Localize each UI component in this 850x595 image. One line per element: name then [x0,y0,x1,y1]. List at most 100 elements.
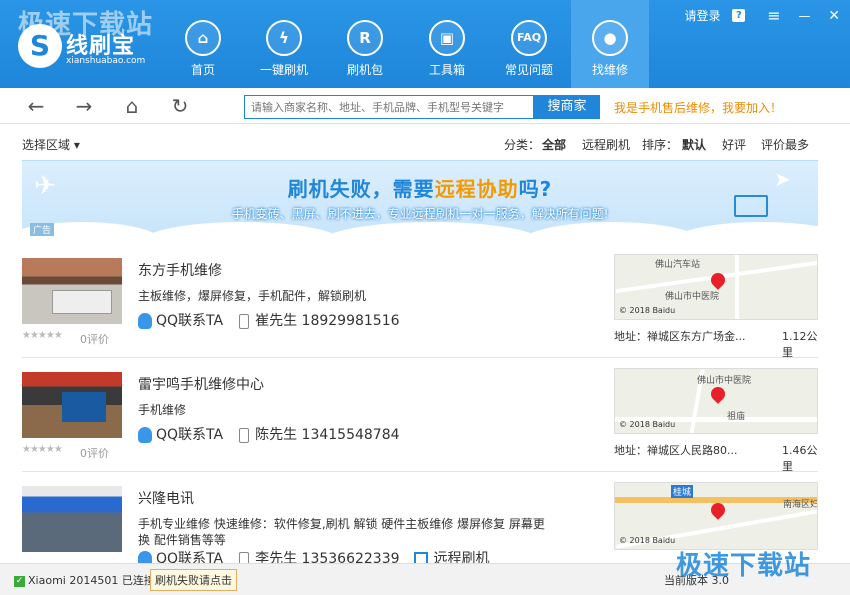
contact-name: 李先生 [255,551,298,563]
sort-most-reviews[interactable]: 评价最多 [761,136,809,153]
sort-good-reviews[interactable]: 好评 [722,136,746,153]
shop-contact: QQ联系TA 李先生 13536622339 远程刷机 [138,548,490,563]
sort-default[interactable]: 默认 [682,136,706,153]
contact-phone: 18929981516 [301,313,400,329]
filter-category-all[interactable]: 全部 [542,136,566,153]
nav-toolbox[interactable]: ▣ 工具箱 [408,0,486,88]
region-select[interactable]: 选择区域 ▾ [22,136,80,153]
banner-cloud [142,222,342,242]
shop-name[interactable]: 雷宇鸣手机维修中心 [138,374,264,394]
nav-label: 工具箱 [428,63,465,77]
connected-check-icon: ✓ [14,575,25,587]
phone-icon [239,551,250,563]
rating-stars: ★★★★★ [22,444,63,455]
banner-title-pre: 刷机失败，需要 [287,177,435,201]
map-label: 佛山市中医院 [665,292,720,302]
shop-name[interactable]: 东方手机维修 [138,260,222,280]
remote-flash-icon [413,552,428,563]
category-label: 分类： [504,138,541,152]
shop-map[interactable]: 佛山市中医院 祖庙 © 2018 Baidu [614,368,818,434]
cloud-package-icon: R [347,20,383,56]
shop-map[interactable]: 佛山汽车站 佛山市中医院 © 2018 Baidu [614,254,818,320]
qq-icon [138,551,152,563]
shop-map[interactable]: 桂城 南海区妇保健院 © 2018 Baidu [614,482,818,550]
sort-label: 排序： [642,138,679,152]
shop-name[interactable]: 兴隆电讯 [138,488,194,508]
faq-icon: FAQ [511,20,547,56]
shop-description: 主板维修，爆屏修复，手机配件，解锁刷机 [138,289,367,303]
shop-photo-scene [22,486,122,552]
logo-site: xianshuabao.com [66,56,146,66]
shop-distance: 1.12公里 [782,330,818,359]
shop-item[interactable]: ★★★★★ 0评价 东方手机维修 主板维修，爆屏修复，手机配件，解锁刷机 QQ联… [22,246,818,359]
help-icon[interactable]: ? [732,9,746,22]
flash-failed-button[interactable]: 刷机失败请点击 [150,569,237,591]
nav-one-click-flash[interactable]: ϟ 一键刷机 [245,0,323,88]
nav-home[interactable]: ⌂ 首页 [164,0,242,88]
close-icon[interactable]: ✕ [828,8,840,24]
ad-banner[interactable]: ✈ ➤ 刷机失败，需要远程协助吗? 手机变砖、黑屏、刷不进去，专业远程刷机一对一… [22,160,818,242]
qq-icon [138,313,152,329]
nav-label: 首页 [190,63,215,77]
filter-category-remote[interactable]: 远程刷机 [582,136,630,153]
shop-photo[interactable] [22,372,122,438]
menu-icon[interactable]: ≡ [767,6,780,25]
shop-photo[interactable] [22,258,122,324]
shop-distance: 1.46公里 [782,444,818,473]
remote-flash-link[interactable]: 远程刷机 [434,551,490,563]
map-label: 佛山汽车站 [655,260,701,270]
banner-title-post: 吗? [518,177,553,201]
review-count: 0评价 [80,333,109,346]
map-label: 桂城 [671,485,694,498]
forward-icon[interactable]: → [72,94,96,118]
banner-subtitle: 手机变砖、黑屏、刷不进去，专业远程刷机一对一服务，解决所有问题! [231,207,609,221]
review-count: 0评价 [80,447,109,460]
back-icon[interactable]: ← [24,94,48,118]
nav-label: 常见问题 [504,63,553,77]
ad-tag: 广告 [30,223,55,236]
shop-photo-sign [62,392,106,422]
qq-icon [138,427,152,443]
phone-icon [239,427,250,443]
qq-contact-link[interactable]: QQ联系TA [156,313,223,329]
nav-faq[interactable]: FAQ 常见问题 [490,0,568,88]
shop-item[interactable]: ★★★★★ 0评价 雷宇鸣手机维修中心 手机维修 QQ联系TA 陈先生 13415… [22,360,818,473]
search-input[interactable] [244,95,534,119]
repair-person-icon: ● [592,20,628,56]
search-button[interactable]: 搜商家 [534,95,600,119]
banner-title: 刷机失败，需要远程协助吗? [22,173,818,202]
shop-description: 手机专业维修 快速维修：软件修复,刷机 解锁 硬件主板维修 爆屏修复 屏幕更换 … [138,517,545,547]
join-link[interactable]: 我是手机售后维修，我要加入！ [614,99,782,116]
refresh-icon[interactable]: ↻ [168,94,192,118]
shop-contact: QQ联系TA 崔先生 18929981516 [138,310,400,330]
device-status-text: Xiaomi 2014501 已连接 [28,574,155,587]
contact-phone: 13415548784 [301,427,400,443]
title-bar: S 线刷宝 xianshuabao.com 极速下载站 ⌂ 首页 ϟ 一键刷机 … [0,0,850,88]
nav-rom-package[interactable]: R 刷机包 [326,0,404,88]
watermark-bottom: 极速下载站 [676,551,812,581]
filter-bar: 选择区域 ▾ 分类： 全部 远程刷机 排序： 默认 好评 评价最多 [0,124,850,160]
phone-icon [239,313,250,329]
nav-find-repair[interactable]: ● 找维修 [571,0,649,88]
map-pin-icon [708,384,728,404]
minimize-icon[interactable]: — [798,9,810,23]
banner-cloud [322,222,542,242]
map-copyright: © 2018 Baidu [619,306,676,315]
map-label: 佛山市中医院 [697,376,752,386]
shop-address: 地址：禅城区东方广场金... [614,330,746,343]
flash-icon: ϟ [266,20,302,56]
shop-contact: QQ联系TA 陈先生 13415548784 [138,424,400,444]
shop-photo[interactable] [22,486,122,552]
map-copyright: © 2018 Baidu [619,536,676,545]
device-status: ✓ Xiaomi 2014501 已连接 [14,572,155,588]
banner-title-highlight: 远程协助 [434,177,519,201]
login-link[interactable]: 请登录 [685,7,721,24]
contact-name: 陈先生 [255,427,298,443]
home-nav-icon[interactable]: ⌂ [120,94,144,118]
qq-contact-link[interactable]: QQ联系TA [156,427,223,443]
watermark-top: 极速下载站 [18,10,154,40]
window-controls: 请登录 ? ≡ — ✕ [677,6,840,25]
qq-contact-link[interactable]: QQ联系TA [156,551,223,563]
map-pin-icon [708,500,728,520]
shop-photo-counter [52,290,112,314]
